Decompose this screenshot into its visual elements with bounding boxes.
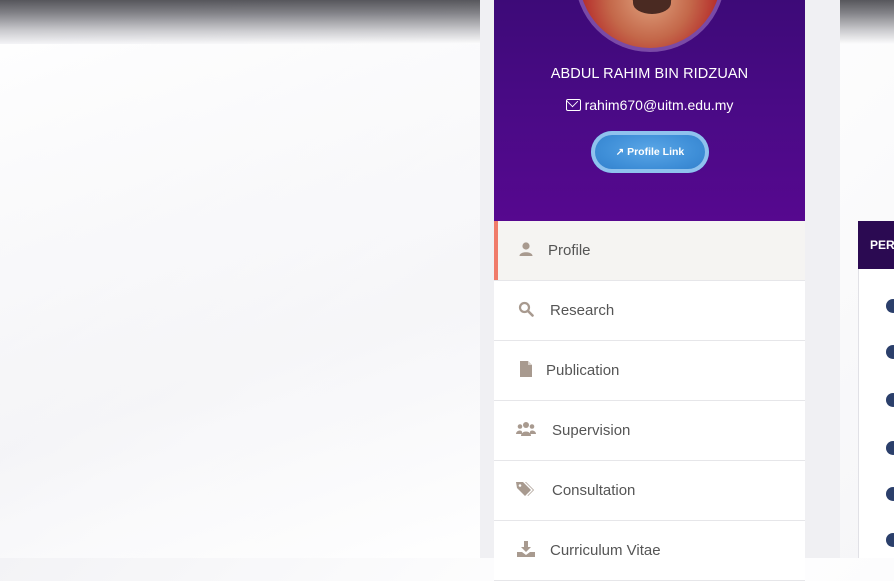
file-icon [516,361,536,381]
avatar-beard [633,0,671,14]
sidebar-item-label: Publication [546,362,620,379]
content-panel-header: PER [858,221,894,269]
sidebar-item-label: Supervision [552,422,631,439]
search-icon [516,301,536,321]
profile-card: ABDUL RAHIM BIN RIDZUAN rahim670@uitm.ed… [494,0,805,581]
check-circle-icon [886,441,894,455]
envelope-icon [565,99,581,111]
user-icon [516,241,536,261]
sidebar-item-curriculum-vitae[interactable]: Curriculum Vitae [494,521,805,581]
download-icon [516,541,536,561]
background-area [0,44,480,558]
sidebar-item-consultation[interactable]: Consultation [494,461,805,521]
avatar [575,0,725,52]
sidebar-item-supervision[interactable]: Supervision [494,401,805,461]
profile-link-button[interactable]: ↗ Profile Link [591,131,709,173]
sidebar-item-label: Profile [548,242,591,259]
check-circle-icon [886,345,894,359]
sidebar-item-label: Research [550,302,615,319]
sidebar-item-label: Consultation [552,482,636,499]
email-text[interactable]: rahim670@uitm.edu.my [585,97,734,113]
content-panel [858,221,894,558]
sidebar-item-label: Curriculum Vitae [550,542,661,559]
profile-name: ABDUL RAHIM BIN RIDZUAN [550,66,749,82]
sidebar-menu: Profile Research Publication Supervision… [494,221,805,581]
tags-icon [516,481,536,501]
sidebar-item-publication[interactable]: Publication [494,341,805,401]
check-circle-icon [886,487,894,501]
profile-email[interactable]: rahim670@uitm.edu.my [494,97,805,113]
sidebar-item-research[interactable]: Research [494,281,805,341]
check-circle-icon [886,533,894,547]
external-link-icon: ↗ [615,147,625,158]
sidebar-item-profile[interactable]: Profile [494,221,805,281]
profile-header: ABDUL RAHIM BIN RIDZUAN rahim670@uitm.ed… [494,0,805,221]
users-icon [516,421,536,441]
check-circle-icon [886,299,894,313]
profile-link-label: Profile Link [627,146,685,158]
check-circle-icon [886,393,894,407]
